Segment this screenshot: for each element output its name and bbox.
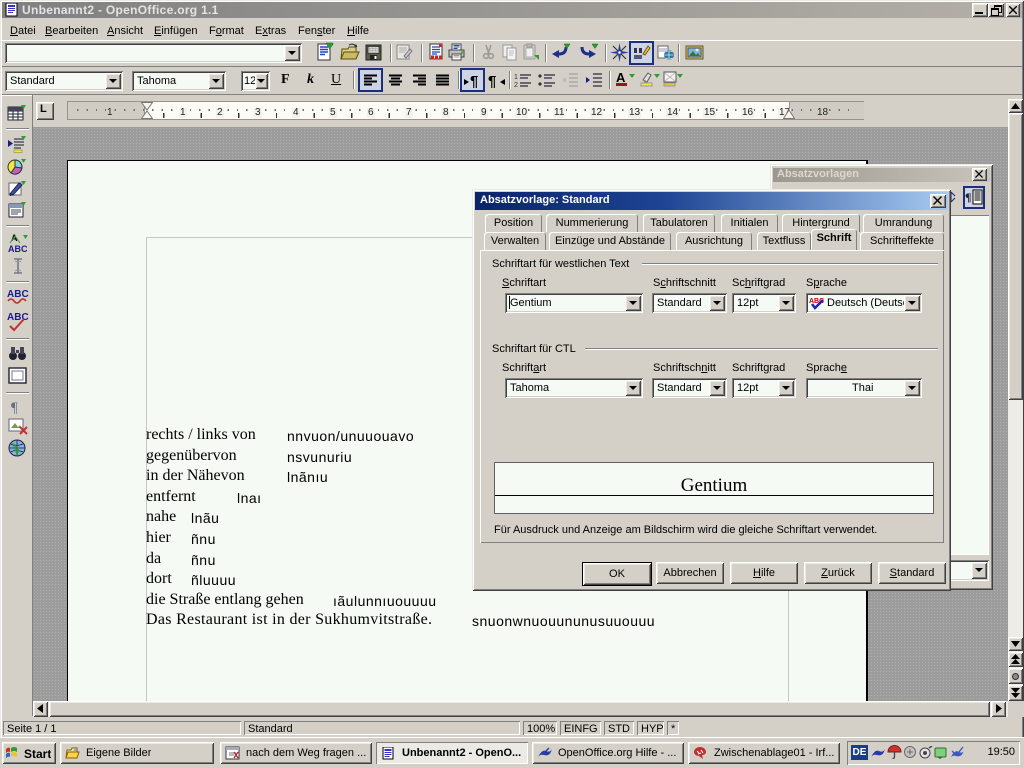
svg-text:A: A bbox=[616, 70, 626, 85]
svg-text:1: 1 bbox=[514, 74, 518, 81]
svg-text:ABC: ABC bbox=[7, 312, 29, 323]
svg-text:¶: ¶ bbox=[488, 73, 496, 89]
svg-text:¶: ¶ bbox=[11, 400, 18, 416]
svg-text:ABC: ABC bbox=[8, 244, 28, 254]
svg-text:2: 2 bbox=[514, 82, 518, 89]
svg-text:¶: ¶ bbox=[965, 190, 971, 204]
svg-text:¶: ¶ bbox=[470, 73, 478, 89]
